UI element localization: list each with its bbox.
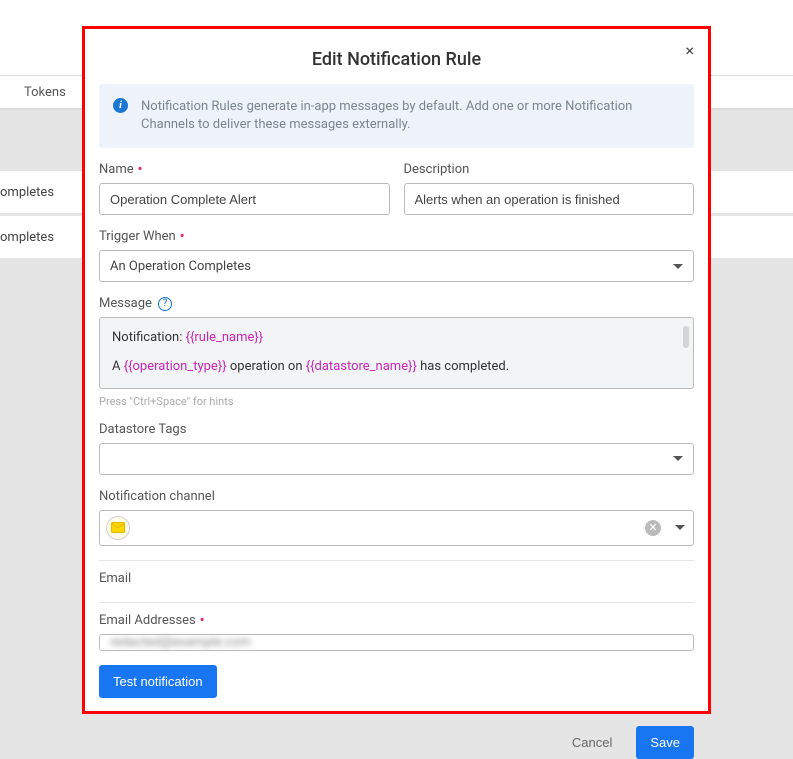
email-addresses-label-text: Email Addresses — [99, 613, 196, 628]
info-banner: i Notification Rules generate in-app mes… — [99, 84, 694, 148]
message-textarea[interactable]: Notification: {{rule_name}} A {{operatio… — [99, 317, 694, 389]
message-text: A — [112, 359, 124, 374]
message-text: operation on — [227, 359, 306, 374]
clear-icon[interactable]: ✕ — [645, 520, 661, 536]
token-datastore-name: {{datastore_name}} — [306, 359, 417, 374]
trigger-select[interactable]: An Operation Completes — [99, 250, 694, 282]
bg-row-text: ompletes — [0, 185, 54, 200]
email-addresses-input[interactable]: redacted@example.com — [99, 634, 694, 651]
trigger-select-value: An Operation Completes — [110, 259, 251, 274]
required-indicator: • — [138, 162, 143, 177]
modal-title: Edit Notification Rule — [99, 49, 694, 70]
email-addresses-label: Email Addresses • — [99, 613, 694, 628]
message-text: Notification: — [112, 330, 186, 345]
chevron-down-icon — [673, 456, 683, 461]
email-address-value: redacted@example.com — [110, 635, 251, 650]
cancel-button[interactable]: Cancel — [558, 726, 626, 759]
mail-icon — [111, 522, 125, 533]
description-input[interactable] — [404, 183, 695, 215]
help-icon[interactable]: ? — [158, 297, 172, 311]
description-label: Description — [404, 162, 695, 177]
info-banner-text: Notification Rules generate in-app messa… — [141, 99, 632, 132]
message-label-text: Message — [99, 296, 152, 311]
email-section-label: Email — [99, 571, 694, 586]
trigger-label-text: Trigger When — [99, 229, 176, 244]
section-divider — [99, 602, 694, 603]
message-hint: Press "Ctrl+Space" for hints — [99, 395, 694, 408]
test-notification-button[interactable]: Test notification — [99, 665, 217, 698]
close-icon[interactable]: × — [685, 43, 694, 59]
chevron-down-icon — [673, 264, 683, 269]
token-operation-type: {{operation_type}} — [124, 359, 227, 374]
chevron-down-icon — [675, 525, 685, 530]
notification-channel-label: Notification channel — [99, 489, 694, 504]
name-input[interactable] — [99, 183, 390, 215]
name-label-text: Name — [99, 162, 134, 177]
scrollbar-thumb[interactable] — [683, 326, 689, 348]
section-divider — [99, 560, 694, 561]
message-label: Message ? — [99, 296, 694, 311]
required-indicator: • — [180, 229, 185, 244]
datastore-tags-select[interactable] — [99, 443, 694, 475]
email-channel-chip[interactable] — [106, 516, 130, 540]
name-label: Name • — [99, 162, 390, 177]
message-text: has completed. — [417, 359, 509, 374]
info-icon: i — [113, 98, 128, 113]
datastore-tags-label: Datastore Tags — [99, 422, 694, 437]
save-button[interactable]: Save — [636, 726, 694, 759]
trigger-label: Trigger When • — [99, 229, 694, 244]
token-rule-name: {{rule_name}} — [186, 330, 264, 345]
tokens-tab[interactable]: Tokens — [24, 85, 66, 100]
notification-channel-select[interactable]: ✕ — [99, 510, 694, 546]
required-indicator: • — [200, 613, 205, 628]
bg-row-text: ompletes — [0, 230, 54, 245]
edit-notification-rule-modal: × Edit Notification Rule i Notification … — [82, 26, 711, 714]
